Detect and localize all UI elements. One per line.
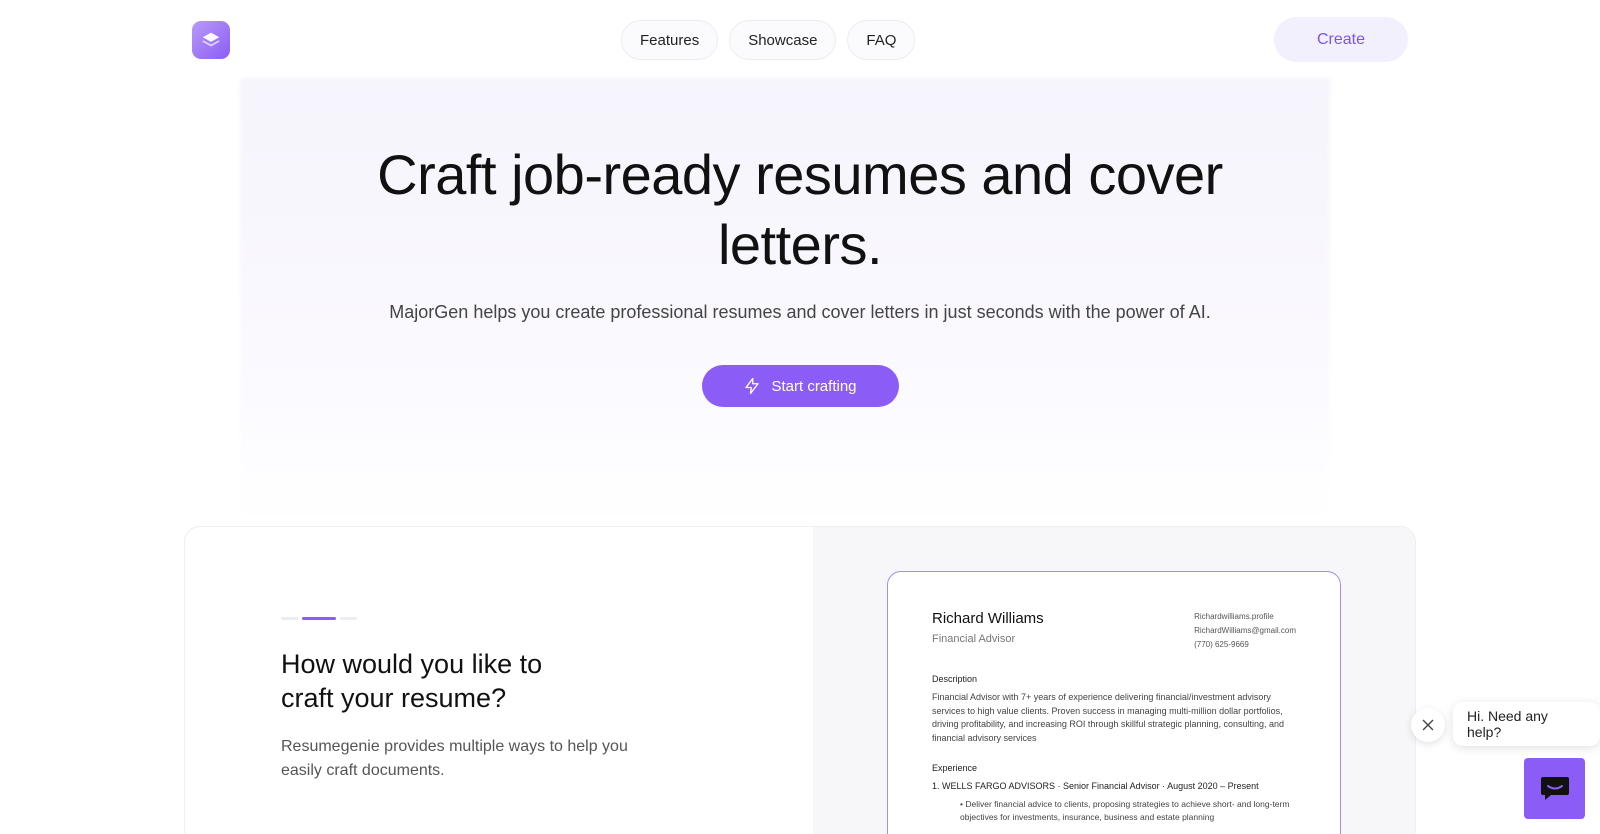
resume-experience-bullet: • Deliver financial advice to clients, p… — [960, 799, 1290, 822]
resume-name: Richard Williams — [932, 610, 1044, 627]
nav-features[interactable]: Features — [621, 20, 719, 60]
chat-bubble[interactable]: Hi. Need any help? — [1453, 702, 1600, 746]
lightning-icon — [745, 377, 760, 395]
slide-dot-active[interactable] — [302, 617, 336, 620]
resume-description-heading: Description — [932, 674, 978, 684]
slide-dot[interactable] — [340, 617, 357, 620]
chat-button[interactable] — [1524, 758, 1585, 819]
slide-indicator — [281, 617, 357, 620]
hero-title: Craft job-ready resumes and cover letter… — [377, 143, 1223, 276]
resume-contact: Richardwilliams.profile RichardWilliams@… — [1194, 610, 1296, 652]
hero-subtitle: MajorGen helps you create professional r… — [389, 302, 1211, 322]
resume-contact-email: RichardWilliams@gmail.com — [1194, 626, 1296, 635]
close-icon — [1422, 719, 1434, 731]
feature-card-title: How would you like to craft your resume? — [281, 649, 543, 713]
chat-close-button[interactable] — [1411, 708, 1445, 742]
feature-card-preview-panel: Richard Williams Financial Advisor Richa… — [813, 527, 1415, 834]
logo[interactable] — [192, 21, 230, 59]
create-button[interactable]: Create — [1274, 17, 1408, 62]
chat-icon — [1540, 776, 1569, 800]
feature-card: How would you like to craft your resume?… — [184, 526, 1416, 834]
start-crafting-label: Start crafting — [771, 377, 857, 395]
layers-icon — [202, 32, 220, 47]
feature-card-text-panel: How would you like to craft your resume?… — [185, 527, 813, 834]
resume-contact-phone: (770) 625-9669 — [1194, 640, 1249, 649]
feature-card-text: Resumegenie provides multiple ways to he… — [281, 738, 628, 779]
start-crafting-button[interactable]: Start crafting — [701, 365, 899, 407]
resume-header: Richard Williams Financial Advisor Richa… — [932, 610, 1296, 652]
slide-dot[interactable] — [281, 617, 298, 620]
nav-showcase[interactable]: Showcase — [729, 20, 837, 60]
resume-experience-item: 1. WELLS FARGO ADVISORS · Senior Financi… — [932, 781, 1259, 791]
resume-preview: Richard Williams Financial Advisor Richa… — [887, 571, 1341, 834]
nav-links: Features Showcase FAQ — [621, 20, 916, 60]
nav-faq[interactable]: FAQ — [847, 20, 916, 60]
hero: Craft job-ready resumes and cover letter… — [0, 140, 1600, 407]
navbar: Features Showcase FAQ Create — [0, 0, 1600, 78]
resume-contact-profile: Richardwilliams.profile — [1194, 612, 1274, 621]
resume-role: Financial Advisor — [932, 633, 1016, 645]
resume-description: Financial Advisor with 7+ years of exper… — [932, 692, 1285, 743]
resume-experience-heading: Experience — [932, 763, 978, 773]
